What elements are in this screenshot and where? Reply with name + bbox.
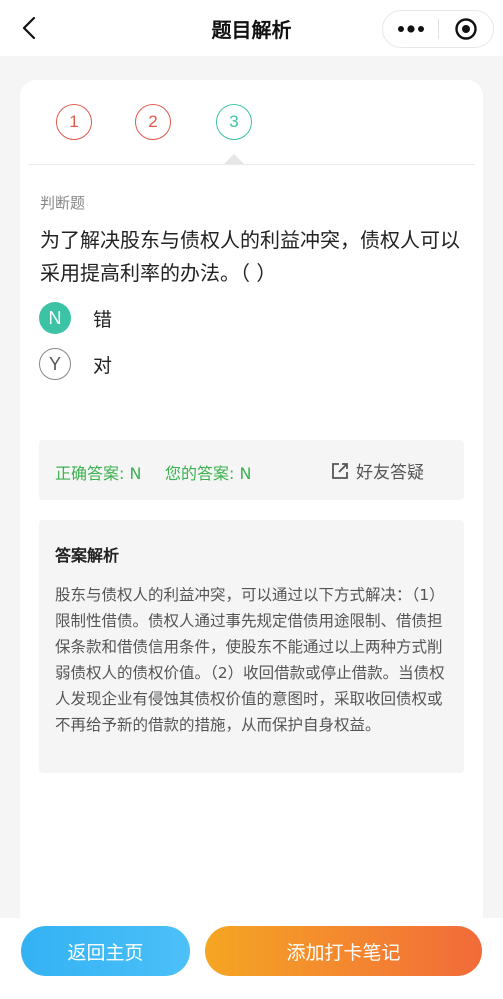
answer-analysis: 答案解析 股东与债权人的利益冲突，可以通过以下方式解决：（1）限制性借债。债权人… — [39, 520, 464, 773]
share-icon — [332, 462, 348, 479]
target-icon — [455, 18, 477, 40]
mini-program-capsule — [382, 10, 494, 48]
nav-bar: 题目解析 — [0, 0, 503, 56]
option-n[interactable]: N 错 — [39, 301, 112, 335]
question-number-2[interactable]: 2 — [135, 104, 171, 140]
question-text: 为了解决股东与债权人的利益冲突，债权人可以采用提高利率的办法。（ ） — [40, 228, 460, 285]
add-note-button[interactable]: 添加打卡笔记 — [205, 926, 482, 976]
ask-friend-label: 好友答疑 — [356, 463, 424, 483]
option-y[interactable]: Y 对 — [39, 347, 112, 381]
answer-summary: 正确答案: N 您的答案: N 好友答疑 — [39, 440, 464, 500]
question-type: 判断题 — [40, 194, 86, 212]
question-number-3[interactable]: 3 — [216, 104, 252, 140]
your-answer: 您的答案: N — [165, 464, 252, 483]
option-y-key: Y — [39, 348, 71, 380]
option-n-key: N — [39, 302, 71, 334]
analysis-title: 答案解析 — [55, 546, 120, 565]
option-n-text: 错 — [93, 308, 113, 331]
analysis-text: 股东与债权人的利益冲突，可以通过以下方式解决：（1）限制性借债。债权人通过事先规… — [55, 586, 445, 734]
back-home-button[interactable]: 返回主页 — [21, 926, 190, 976]
more-button[interactable] — [383, 11, 438, 47]
question-card: 1 2 3 判断题 为了解决股东与债权人的利益冲突，债权人可以采用提高利率的办法… — [20, 80, 483, 920]
question-nav-divider — [28, 164, 475, 165]
question-number-1[interactable]: 1 — [56, 104, 92, 140]
ask-friend-button[interactable]: 好友答疑 — [331, 458, 424, 483]
more-dots-icon — [397, 25, 424, 33]
correct-answer: 正确答案: N — [55, 464, 142, 483]
bottom-action-bar: 返回主页 添加打卡笔记 — [0, 918, 503, 999]
option-y-text: 对 — [93, 354, 113, 377]
current-question-pointer — [224, 154, 244, 164]
close-mini-program-button[interactable] — [439, 11, 493, 47]
